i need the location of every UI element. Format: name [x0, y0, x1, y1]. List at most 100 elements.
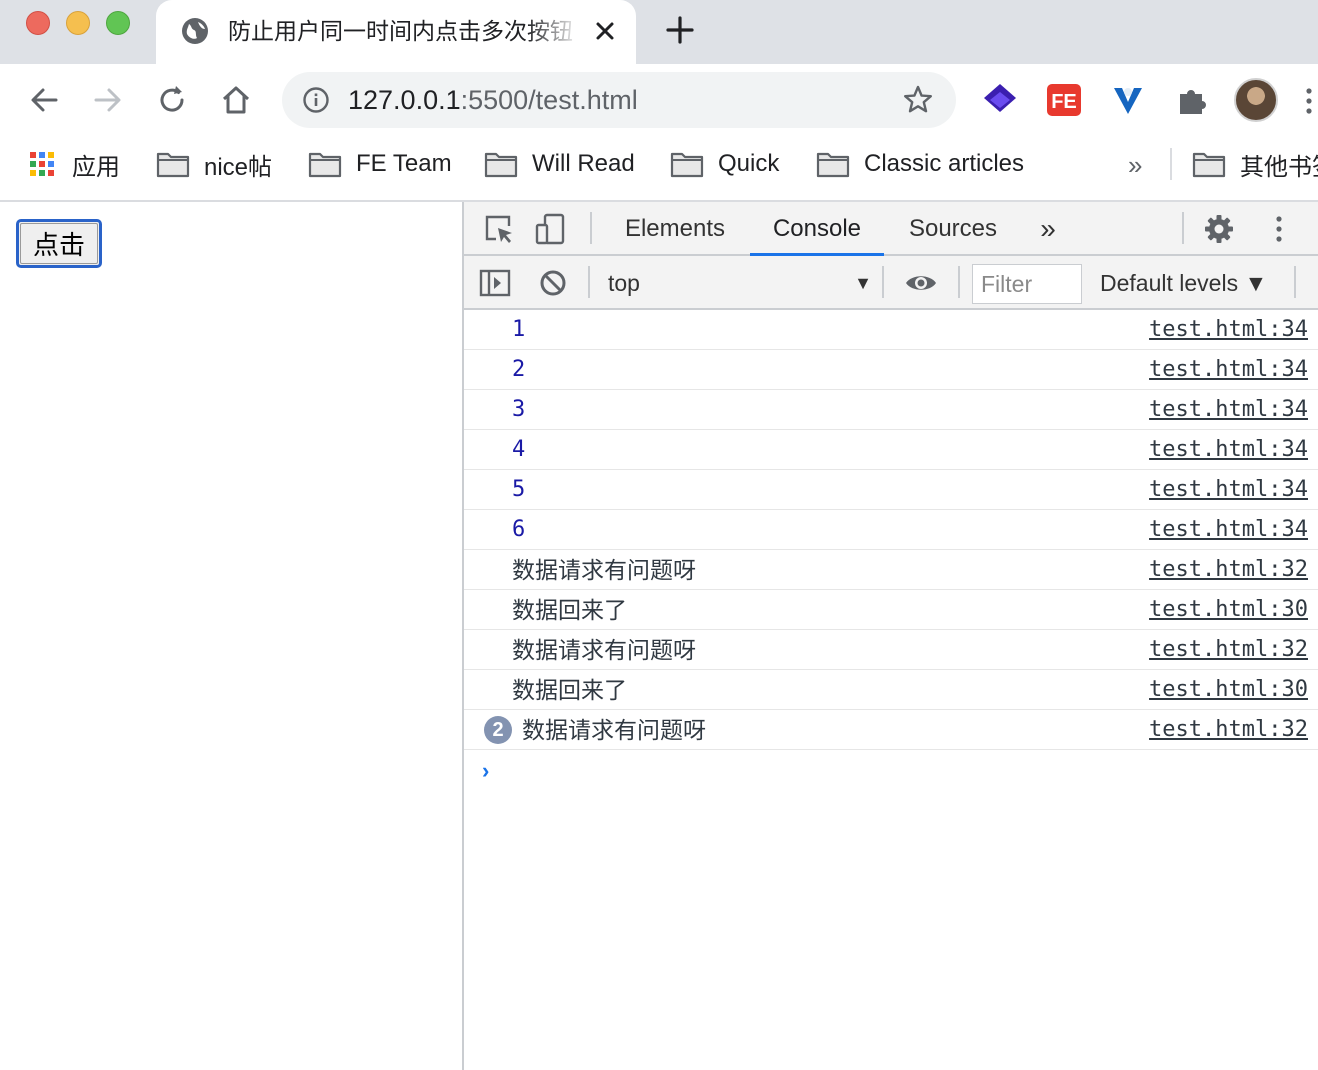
- inspect-element-icon[interactable]: [482, 212, 516, 246]
- console-message-text: 数据请求有问题呀: [522, 717, 706, 743]
- folder-icon: [816, 152, 850, 178]
- console-message-row: 数据回来了 test.html:30: [464, 670, 1318, 710]
- more-tabs-button[interactable]: »: [1028, 202, 1068, 256]
- console-message-row: 2 test.html:34: [464, 350, 1318, 390]
- close-window-button[interactable]: [26, 11, 50, 35]
- console-message-text: 数据回来了: [512, 677, 627, 703]
- dropdown-arrow-icon: ▼: [854, 273, 872, 293]
- console-message-row: 6 test.html:34: [464, 510, 1318, 550]
- layers-extension-icon[interactable]: [978, 78, 1022, 122]
- bookmark-label: FE Team: [356, 150, 452, 177]
- url-text[interactable]: 127.0.0.1:5500/test.html: [348, 84, 638, 116]
- forward-arrow-icon[interactable]: [90, 82, 126, 118]
- source-link[interactable]: test.html:30: [1149, 670, 1308, 710]
- source-link[interactable]: test.html:34: [1149, 390, 1308, 430]
- bookmark-label: 应用: [72, 153, 120, 181]
- folder-icon: [484, 152, 518, 178]
- click-button[interactable]: 点击: [16, 219, 102, 268]
- tab-separator: [1182, 212, 1184, 244]
- home-icon[interactable]: [218, 82, 254, 118]
- bookmark-label: nice帖: [204, 153, 273, 181]
- bookmark-folder[interactable]: Classic articles: [816, 146, 1024, 182]
- source-link[interactable]: test.html:32: [1149, 710, 1308, 750]
- tab-sources[interactable]: Sources: [894, 202, 1012, 256]
- zoom-window-button[interactable]: [106, 11, 130, 35]
- console-message-row: 数据请求有问题呀 test.html:32: [464, 630, 1318, 670]
- bookmark-apps[interactable]: 应用: [30, 146, 120, 182]
- console-message-text: 1: [512, 317, 526, 342]
- back-arrow-icon[interactable]: [26, 82, 62, 118]
- clear-console-icon[interactable]: [536, 266, 570, 300]
- console-prompt[interactable]: ›: [464, 750, 1318, 790]
- source-link[interactable]: test.html:34: [1149, 350, 1308, 390]
- devtools-panel: Elements Console Sources » top ▼ Filter …: [462, 202, 1318, 1070]
- folder-icon: [156, 152, 190, 178]
- tab-title: 防止用户同一时间内点击多次按钮: [228, 18, 573, 44]
- source-link[interactable]: test.html:30: [1149, 590, 1308, 630]
- bookmark-folder[interactable]: FE Team: [308, 146, 452, 182]
- console-message-row: 3 test.html:34: [464, 390, 1318, 430]
- svg-text:FE: FE: [1051, 91, 1077, 113]
- devtools-tabbar: Elements Console Sources »: [464, 202, 1318, 256]
- tab-strip: 防止用户同一时间内点击多次按钮: [0, 0, 1318, 64]
- puzzle-extension-icon[interactable]: [1170, 78, 1214, 122]
- bookmark-other-folder[interactable]: 其他书签: [1192, 146, 1318, 182]
- vpn-extension-icon[interactable]: [1106, 78, 1150, 122]
- profile-avatar[interactable]: [1234, 78, 1278, 122]
- folder-icon: [308, 152, 342, 178]
- folder-icon: [1192, 152, 1226, 178]
- console-message-text: 数据请求有问题呀: [512, 637, 696, 663]
- source-link[interactable]: test.html:34: [1149, 510, 1308, 550]
- source-link[interactable]: test.html:34: [1149, 310, 1308, 350]
- source-link[interactable]: test.html:32: [1149, 630, 1308, 670]
- live-expression-eye-icon[interactable]: [904, 266, 938, 300]
- log-levels-dropdown[interactable]: Default levels ▼: [1100, 256, 1267, 310]
- browser-tab[interactable]: 防止用户同一时间内点击多次按钮: [156, 0, 636, 64]
- toolbar-separator: [1294, 266, 1296, 298]
- bookmarks-overflow-button[interactable]: »: [1128, 150, 1142, 181]
- globe-icon: [182, 18, 208, 44]
- close-tab-icon[interactable]: [592, 18, 618, 44]
- browser-toolbar: 127.0.0.1:5500/test.html FE: [0, 64, 1318, 136]
- fe-extension-icon[interactable]: FE: [1042, 78, 1086, 122]
- console-toolbar: top ▼ Default levels ▼: [464, 256, 1318, 310]
- console-output: 1 test.html:34 2 test.html:34 3 test.html:34 4…: [464, 310, 1318, 790]
- console-message-row: 数据回来了 test.html:30: [464, 590, 1318, 630]
- tab-elements[interactable]: Elements: [610, 202, 740, 256]
- source-link[interactable]: test.html:32: [1149, 550, 1308, 590]
- tab-console[interactable]: Console: [750, 202, 884, 256]
- star-icon[interactable]: [902, 84, 934, 116]
- more-menu-icon[interactable]: [1300, 86, 1318, 116]
- new-tab-icon[interactable]: [664, 14, 696, 46]
- minimize-window-button[interactable]: [66, 11, 90, 35]
- folder-icon: [670, 152, 704, 178]
- context-selector[interactable]: top ▼: [608, 256, 878, 310]
- console-message-text: 6: [512, 517, 526, 542]
- url-host: 127.0.0.1: [348, 85, 461, 115]
- tab-separator: [590, 212, 592, 244]
- address-bar[interactable]: 127.0.0.1:5500/test.html: [282, 72, 956, 128]
- devtools-menu-icon[interactable]: [1262, 212, 1296, 246]
- show-sidebar-icon[interactable]: [478, 266, 512, 300]
- console-message-row: 5 test.html:34: [464, 470, 1318, 510]
- context-value: top: [608, 270, 640, 296]
- info-icon[interactable]: [302, 86, 330, 114]
- bookmark-folder[interactable]: nice帖: [156, 146, 272, 182]
- apps-grid-icon: [30, 152, 54, 176]
- device-toolbar-icon[interactable]: [534, 212, 568, 246]
- settings-gear-icon[interactable]: [1202, 212, 1236, 246]
- bookmarks-bar: 应用 nice帖 FE Team Will Read Quick Classic…: [0, 136, 1318, 192]
- source-link[interactable]: test.html:34: [1149, 430, 1308, 470]
- reload-icon[interactable]: [154, 82, 190, 118]
- console-message-text: 数据回来了: [512, 597, 627, 623]
- filter-input[interactable]: [972, 264, 1082, 304]
- console-message-text: 2: [512, 357, 526, 382]
- console-message-text: 4: [512, 437, 526, 462]
- bookmark-label: 其他书签: [1240, 153, 1318, 181]
- toolbar-separator: [588, 266, 590, 298]
- bookmark-folder[interactable]: Quick: [670, 146, 779, 182]
- console-message-row: 数据请求有问题呀 test.html:32: [464, 550, 1318, 590]
- source-link[interactable]: test.html:34: [1149, 470, 1308, 510]
- bookmark-folder[interactable]: Will Read: [484, 146, 635, 182]
- bookmark-label: Classic articles: [864, 150, 1025, 177]
